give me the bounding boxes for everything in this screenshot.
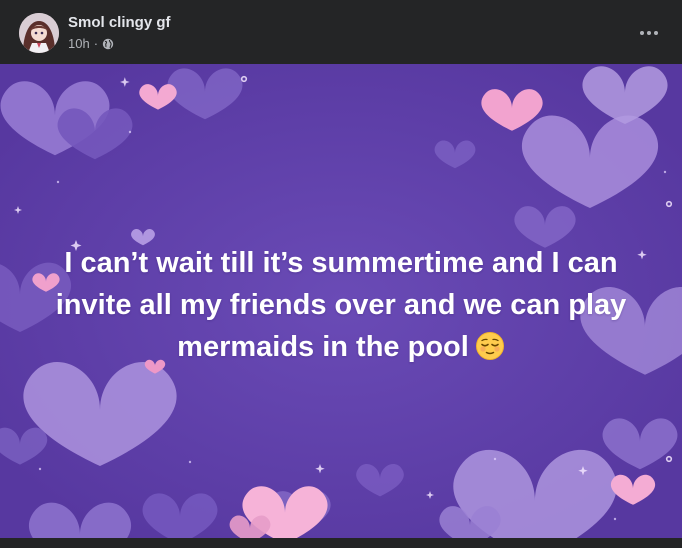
post-text-line-1: I can’t wait till it’s summertime and I …: [64, 247, 618, 279]
post-meta: 10h ·: [68, 36, 114, 52]
relieved-face-emoji: [475, 331, 505, 361]
post-card: Smol clingy gf 10h · I can’t wait till i…: [0, 0, 682, 548]
post-text: I can’t wait till it’s summertime and I …: [20, 242, 662, 368]
post-footer-strip: [0, 538, 682, 548]
more-options-button[interactable]: [632, 16, 666, 50]
globe-icon[interactable]: [102, 38, 114, 50]
more-horizontal-icon: [640, 31, 658, 35]
post-background: I can’t wait till it’s summertime and I …: [0, 64, 682, 538]
author-name[interactable]: Smol clingy gf: [68, 14, 171, 32]
post-text-line-2: invite all my friends over and we can pl…: [55, 289, 627, 321]
post-timestamp[interactable]: 10h: [68, 36, 90, 52]
meta-separator: ·: [93, 36, 99, 51]
avatar[interactable]: [19, 13, 59, 53]
avatar-image: [19, 13, 59, 53]
post-text-line-3: mermaids in the pool: [177, 331, 469, 363]
post-header: Smol clingy gf 10h ·: [0, 0, 682, 64]
